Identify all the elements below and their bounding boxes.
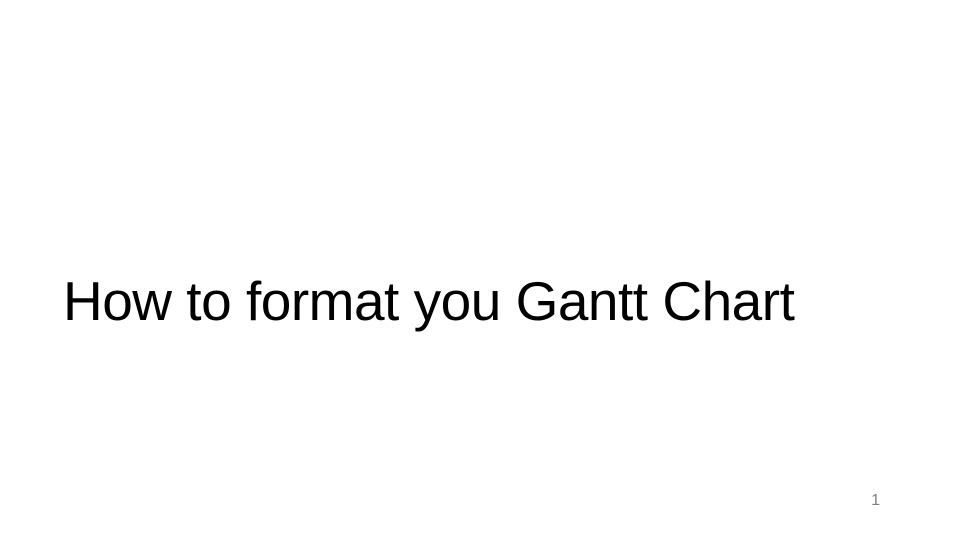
page-number: 1 bbox=[871, 492, 880, 510]
slide-title: How to format you Gantt Chart bbox=[63, 268, 897, 334]
